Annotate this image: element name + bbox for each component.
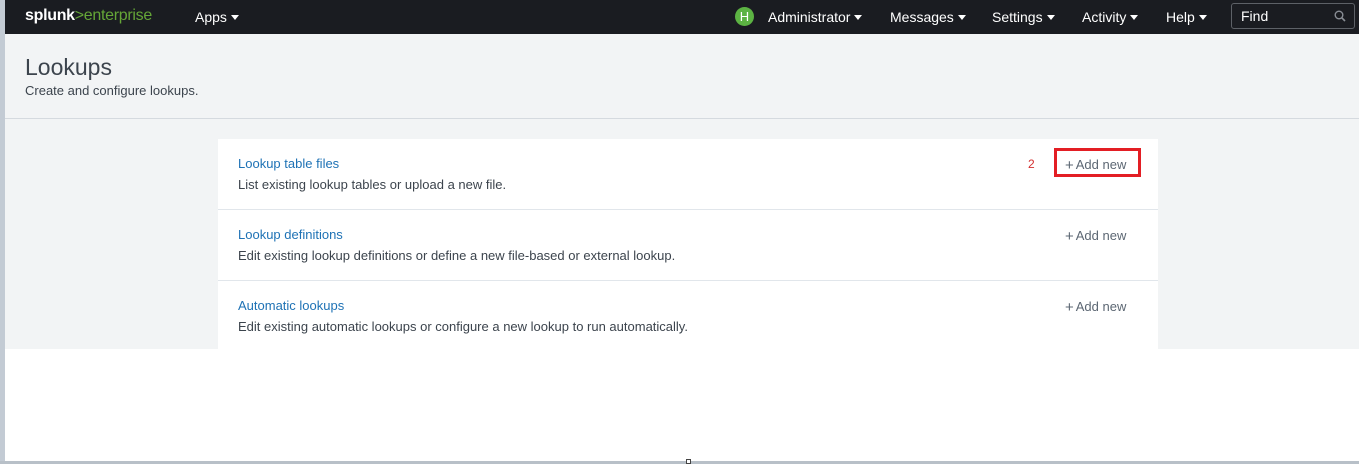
lookups-list: Lookup table files List existing lookup … <box>218 139 1158 349</box>
apps-menu-label: Apps <box>195 9 227 25</box>
activity-menu[interactable]: Activity <box>1082 9 1139 25</box>
logo-splunk-text: splunk <box>25 7 75 24</box>
add-new-lookup-table-file-button[interactable]: + Add new <box>1065 156 1127 174</box>
plus-icon: + <box>1065 228 1074 245</box>
automatic-lookups-link[interactable]: Automatic lookups <box>238 298 344 313</box>
header-divider <box>5 118 1359 119</box>
search-icon[interactable] <box>1334 10 1346 22</box>
help-menu[interactable]: Help <box>1166 9 1207 25</box>
lookup-table-files-link[interactable]: Lookup table files <box>238 156 339 171</box>
add-new-label: Add new <box>1075 299 1127 314</box>
settings-menu[interactable]: Settings <box>992 9 1055 25</box>
resize-handle[interactable] <box>686 459 691 464</box>
lookup-table-files-description: List existing lookup tables or upload a … <box>238 177 507 192</box>
administrator-menu[interactable]: Administrator <box>768 9 863 25</box>
help-menu-label: Help <box>1166 9 1195 25</box>
page-description: Create and configure lookups. <box>25 83 199 98</box>
add-new-label: Add new <box>1075 228 1127 243</box>
list-item-lookup-definitions: Lookup definitions Edit existing lookup … <box>218 210 1158 280</box>
plus-icon: + <box>1065 157 1074 174</box>
step-number-marker: 2 <box>1028 157 1035 171</box>
messages-menu-label: Messages <box>890 9 954 25</box>
add-new-automatic-lookup-button[interactable]: + Add new <box>1065 298 1127 316</box>
chevron-down-icon <box>230 14 239 20</box>
add-new-lookup-definition-button[interactable]: + Add new <box>1065 227 1127 245</box>
list-item-lookup-table-files: Lookup table files List existing lookup … <box>218 139 1158 209</box>
list-item-automatic-lookups: Automatic lookups Edit existing automati… <box>218 281 1158 351</box>
chevron-down-icon <box>1046 14 1055 20</box>
top-navigation-bar: splunk>enterprise Apps H Administrator M… <box>5 0 1359 34</box>
chevron-down-icon <box>854 14 863 20</box>
lookup-definitions-link[interactable]: Lookup definitions <box>238 227 343 242</box>
user-avatar[interactable]: H <box>735 7 754 26</box>
page-content: Lookups Create and configure lookups. Lo… <box>5 34 1359 349</box>
splunk-logo[interactable]: splunk>enterprise <box>25 7 152 25</box>
administrator-menu-label: Administrator <box>768 9 851 25</box>
chevron-down-icon <box>1198 14 1207 20</box>
lookup-definitions-description: Edit existing lookup definitions or defi… <box>238 248 676 263</box>
automatic-lookups-description: Edit existing automatic lookups or confi… <box>238 319 688 334</box>
apps-menu[interactable]: Apps <box>195 9 239 25</box>
plus-icon: + <box>1065 299 1074 316</box>
find-box <box>1231 3 1355 29</box>
activity-menu-label: Activity <box>1082 9 1127 25</box>
chevron-down-icon <box>1130 14 1139 20</box>
chevron-down-icon <box>957 14 966 20</box>
add-new-label: Add new <box>1075 157 1127 172</box>
logo-enterprise-text: >enterprise <box>74 7 153 24</box>
messages-menu[interactable]: Messages <box>890 9 966 25</box>
page-title: Lookups <box>25 54 112 80</box>
settings-menu-label: Settings <box>992 9 1043 25</box>
find-input[interactable] <box>1232 4 1336 28</box>
